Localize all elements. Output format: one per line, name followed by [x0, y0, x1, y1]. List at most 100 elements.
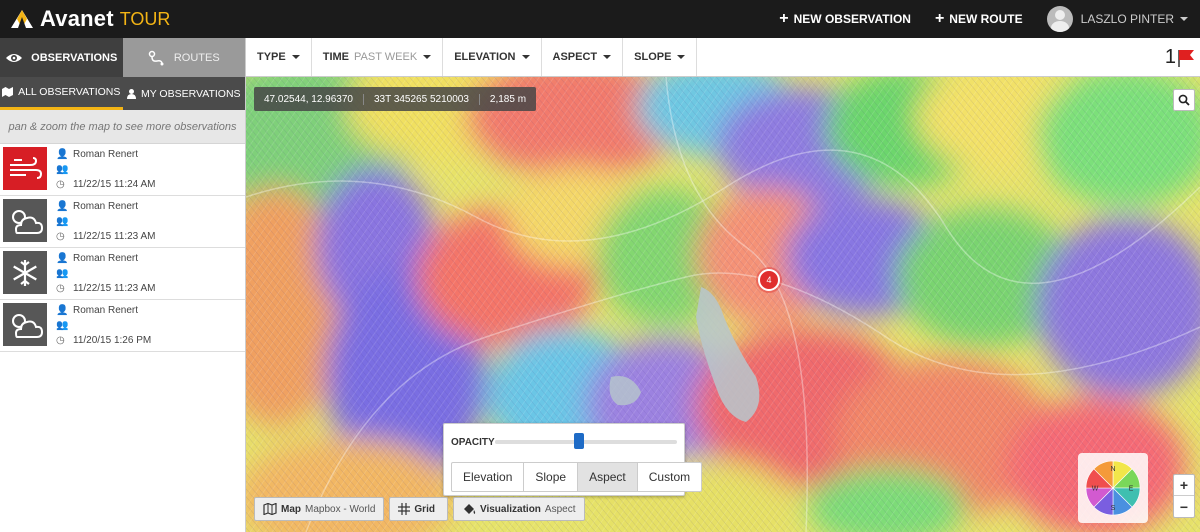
- zoom-control: + −: [1173, 474, 1195, 518]
- observation-time: 11/20/15 1:26 PM: [73, 335, 152, 346]
- observation-list: 👤 Roman Renert 👥 ◷ 11/22/15 11:24 AM 👤 Roma…: [0, 144, 245, 352]
- chevron-down-icon: [423, 55, 432, 59]
- clock-icon: ◷: [56, 231, 65, 242]
- plus-icon: +: [779, 10, 789, 27]
- observation-author: Roman Renert: [73, 253, 139, 264]
- observation-time: 11/22/15 11:24 AM: [73, 179, 156, 190]
- user-icon: 👤: [56, 253, 69, 264]
- compass-icon: N E S W: [1085, 460, 1141, 516]
- chevron-down-icon: [521, 55, 530, 59]
- sidebar-tabs: OBSERVATIONS ROUTES: [0, 38, 245, 77]
- group-icon: 👥: [56, 164, 69, 175]
- viz-custom-button[interactable]: Custom: [636, 462, 703, 492]
- observation-author: Roman Renert: [73, 149, 139, 160]
- map-icon: [2, 87, 14, 97]
- group-icon: 👥: [56, 268, 69, 279]
- opacity-slider[interactable]: [495, 433, 677, 449]
- altitude-text: 2,185 m: [489, 93, 527, 105]
- viz-elevation-button[interactable]: Elevation: [451, 462, 525, 492]
- sidebar-subtabs: ALL OBSERVATIONS MY OBSERVATIONS: [0, 77, 245, 110]
- new-observation-button[interactable]: + NEW OBSERVATION: [779, 11, 911, 27]
- avatar: [1046, 6, 1073, 32]
- opacity-slider-track: [495, 440, 579, 444]
- chevron-down-icon: [1180, 17, 1188, 21]
- user-icon: 👤: [56, 149, 69, 160]
- filter-slope[interactable]: SLOPE: [623, 38, 698, 76]
- map-icon: [263, 503, 277, 515]
- svg-text:E: E: [1129, 486, 1134, 493]
- app-logo[interactable]: Avanet TOUR: [10, 6, 170, 32]
- observation-author: Roman Renert: [73, 201, 139, 212]
- tab-routes[interactable]: ROUTES: [122, 38, 245, 77]
- visualization-mode-group: Elevation Slope Aspect Custom: [451, 462, 703, 492]
- group-icon: 👥: [56, 320, 69, 331]
- filter-aspect[interactable]: ASPECT: [542, 38, 624, 76]
- observation-thumbnail: [3, 199, 47, 242]
- user-icon: 👤: [56, 201, 69, 212]
- route-icon: [148, 50, 164, 65]
- zoom-out-button[interactable]: −: [1174, 496, 1194, 517]
- tab-my-observations[interactable]: MY OBSERVATIONS: [123, 77, 246, 110]
- list-item[interactable]: 👤 Roman Renert 👥 ◷ 11/22/15 11:23 AM: [0, 248, 245, 300]
- visualization-button[interactable]: Visualization Aspect: [452, 497, 585, 521]
- observation-thumbnail: [3, 147, 47, 190]
- cloudy-icon: [12, 209, 43, 234]
- observation-thumbnail: [3, 303, 47, 346]
- eye-icon: [6, 53, 23, 62]
- app-sub: TOUR: [119, 8, 171, 29]
- filter-time[interactable]: TIME PAST WEEK: [312, 38, 444, 76]
- opacity-slider-handle[interactable]: [573, 433, 584, 449]
- flag-icon: [1178, 49, 1194, 67]
- svg-text:W: W: [1092, 486, 1099, 493]
- viz-aspect-button[interactable]: Aspect: [577, 462, 638, 492]
- user-menu[interactable]: LASZLO PINTER: [1046, 6, 1188, 32]
- observation-cluster-marker[interactable]: 4: [758, 269, 780, 291]
- list-item[interactable]: 👤 Roman Renert 👥 ◷ 11/20/15 1:26 PM: [0, 300, 245, 352]
- coordinate-readout: 47.02544, 12.96370 33T 345265 5210003 2,…: [254, 87, 537, 111]
- chevron-down-icon: [291, 55, 300, 59]
- tab-all-observations[interactable]: ALL OBSERVATIONS: [0, 77, 123, 110]
- map-layer-button[interactable]: Map Mapbox - World: [254, 497, 385, 521]
- top-navbar: Avanet TOUR + NEW OBSERVATION + NEW ROUT…: [0, 0, 1200, 38]
- wind-icon: [10, 156, 42, 179]
- grid-icon: [398, 503, 411, 515]
- svg-text:N: N: [1110, 466, 1115, 473]
- map-view[interactable]: 47.02544, 12.96370 33T 345265 5210003 2,…: [246, 77, 1200, 532]
- grid-button[interactable]: Grid: [389, 497, 448, 521]
- observation-time: 11/22/15 11:23 AM: [73, 231, 156, 242]
- filter-bar: TYPE TIME PAST WEEK ELEVATION ASPECT SLOP…: [246, 38, 1200, 77]
- clock-icon: ◷: [56, 335, 65, 346]
- utm-text: 33T 345265 5210003: [364, 93, 480, 105]
- avanet-logo-icon: [11, 10, 33, 28]
- list-item[interactable]: 👤 Roman Renert 👥 ◷ 11/22/15 11:24 AM: [0, 144, 245, 196]
- plus-icon: +: [934, 10, 945, 27]
- filter-elevation[interactable]: ELEVATION: [443, 38, 542, 76]
- user-icon: 👤: [56, 305, 69, 316]
- sidebar: OBSERVATIONS ROUTES ALL OBSERVATIONS MY …: [0, 38, 246, 532]
- list-item[interactable]: 👤 Roman Renert 👥 ◷ 11/22/15 11:23 AM: [0, 196, 245, 248]
- new-route-button[interactable]: + NEW ROUTE: [935, 11, 1023, 27]
- visualization-panel: OPACITY Elevation Slope Aspect Custom: [443, 423, 703, 496]
- tab-observations[interactable]: OBSERVATIONS: [0, 38, 123, 77]
- chevron-down-icon: [603, 55, 612, 59]
- alert-flag[interactable]: 1: [1165, 46, 1196, 69]
- user-icon: [126, 88, 136, 99]
- map-hint: pan & zoom the map to see more observati…: [0, 110, 245, 144]
- latlng-text: 47.02544, 12.96370: [254, 93, 364, 105]
- observation-time: 11/22/15 11:23 AM: [73, 283, 156, 294]
- paint-bucket-icon: [463, 503, 476, 514]
- clock-icon: ◷: [56, 283, 65, 294]
- svg-text:S: S: [1111, 505, 1116, 512]
- map-search-button[interactable]: [1173, 89, 1195, 111]
- viz-slope-button[interactable]: Slope: [523, 462, 579, 492]
- aspect-terrain-map[interactable]: [246, 77, 1200, 532]
- zoom-in-button[interactable]: +: [1174, 475, 1194, 496]
- chevron-down-icon: [677, 55, 686, 59]
- filter-type[interactable]: TYPE: [246, 38, 312, 76]
- cloudy-icon: [12, 313, 43, 338]
- snowflake-icon: [13, 259, 37, 286]
- clock-icon: ◷: [56, 179, 65, 190]
- user-name: LASZLO PINTER: [1080, 12, 1174, 26]
- observation-author: Roman Renert: [73, 305, 139, 316]
- group-icon: 👥: [56, 216, 69, 227]
